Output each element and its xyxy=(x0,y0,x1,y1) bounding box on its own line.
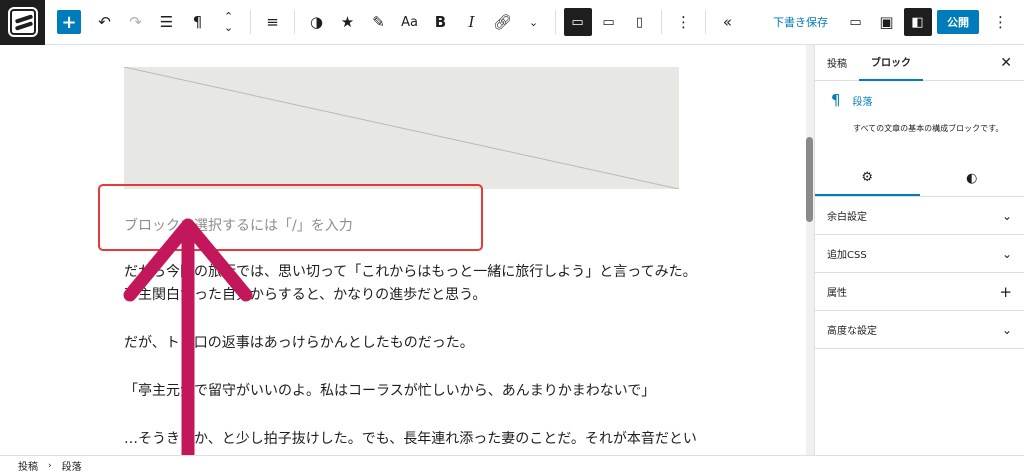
font-size-icon[interactable]: Aa xyxy=(396,8,424,36)
featured-image-icon[interactable]: ▣ xyxy=(873,8,901,36)
settings-panel-icon[interactable]: ◧ xyxy=(903,8,932,36)
block-name: 段落 xyxy=(852,96,873,108)
panel-advanced[interactable]: 高度な設定 ⌄ xyxy=(815,311,1024,349)
toolbar-divider xyxy=(294,10,295,34)
undo-icon[interactable]: ↶ xyxy=(91,8,119,36)
editor-toolbar: + ↶ ↷ ☰ ¶ ⌃ ⌄ ≡ ◑ ★ ✎ Aa B I 🔗︎ ⌄ ▭ ▭ ▯ ⋮… xyxy=(0,0,1024,45)
block-settings-tabs: ⚙ ◐ xyxy=(815,161,1024,197)
toolbar-divider xyxy=(555,10,556,34)
close-icon[interactable]: ✕ xyxy=(1000,55,1012,71)
options-menu-icon[interactable]: ⋮ xyxy=(987,8,1015,36)
plus-icon: + xyxy=(999,282,1012,301)
mobile-view-icon[interactable]: ▯ xyxy=(626,8,654,36)
logo-icon xyxy=(9,9,36,35)
bold-icon[interactable]: B xyxy=(427,8,455,36)
chevron-down-icon[interactable]: ⌄ xyxy=(520,8,548,36)
star-icon[interactable]: ★ xyxy=(334,8,362,36)
desktop-view-icon[interactable]: ▭ xyxy=(563,8,592,36)
placeholder-diagonal xyxy=(124,67,679,189)
image-placeholder[interactable] xyxy=(124,67,679,189)
panel-additional-css[interactable]: 追加CSS ⌄ xyxy=(815,235,1024,273)
scrollbar-thumb[interactable] xyxy=(806,137,813,222)
block-card-header: ¶ 段落 xyxy=(831,91,1008,109)
panel-spacing[interactable]: 余白設定 ⌄ xyxy=(815,197,1024,235)
settings-gear-icon[interactable]: ⚙ xyxy=(815,161,920,196)
document-overview-icon[interactable]: ☰ xyxy=(153,8,181,36)
toolbar-divider xyxy=(661,10,662,34)
align-left-icon[interactable]: ≡ xyxy=(259,8,287,36)
move-up-down-icon[interactable]: ⌃ ⌄ xyxy=(215,8,243,36)
chevron-down-icon: ⌄ xyxy=(1001,246,1012,261)
link-icon[interactable]: 🔗︎ xyxy=(489,8,517,36)
canvas-scrollbar[interactable] xyxy=(806,45,814,455)
block-editor: + ↶ ↷ ☰ ¶ ⌃ ⌄ ≡ ◑ ★ ✎ Aa B I 🔗︎ ⌄ ▭ ▭ ▯ ⋮… xyxy=(0,0,1024,475)
styles-icon[interactable]: ◑ xyxy=(303,8,331,36)
chevron-right-icon: › xyxy=(48,460,52,471)
breadcrumb: 投稿 › 段落 xyxy=(0,455,1024,475)
chevron-down-icon: ⌄ xyxy=(1001,322,1012,337)
publish-button[interactable]: 公開 xyxy=(937,10,979,34)
italic-icon[interactable]: I xyxy=(458,8,486,36)
panel-title: 高度な設定 xyxy=(827,326,877,337)
breadcrumb-item-paragraph[interactable]: 段落 xyxy=(62,458,82,473)
styles-half-circle-icon[interactable]: ◐ xyxy=(920,161,1024,196)
add-block-button[interactable]: + xyxy=(57,10,81,34)
panel-title: 追加CSS xyxy=(827,250,867,261)
tablet-view-icon[interactable]: ▭ xyxy=(595,8,623,36)
paragraph-icon: ¶ xyxy=(831,91,841,109)
breadcrumb-item-post[interactable]: 投稿 xyxy=(18,458,38,473)
collapse-icon[interactable]: « xyxy=(714,8,742,36)
more-options-icon[interactable]: ⋮ xyxy=(670,8,698,36)
block-card: ¶ 段落 すべての文章の基本の構成ブロックです。 xyxy=(815,81,1024,161)
toolbar-divider xyxy=(705,10,706,34)
panel-title: 余白設定 xyxy=(827,212,867,223)
tab-post[interactable]: 投稿 xyxy=(815,45,859,81)
toolbar-right: 下書き保存 ▭ ▣ ◧ 公開 ⋮ xyxy=(773,8,1024,36)
tab-block[interactable]: ブロック xyxy=(859,45,923,81)
block-description: すべての文章の基本の構成ブロックです。 xyxy=(853,124,1004,133)
toolbar-divider xyxy=(250,10,251,34)
preview-icon[interactable]: ▭ xyxy=(842,8,870,36)
panel-title: 属性 xyxy=(827,288,847,299)
annotation-arrow-icon xyxy=(123,218,253,474)
sidebar-tabs: 投稿 ブロック ✕ xyxy=(815,45,1024,81)
save-draft-button[interactable]: 下書き保存 xyxy=(773,14,828,30)
chevron-down-icon: ⌄ xyxy=(1001,208,1012,223)
panel-attributes[interactable]: 属性 + xyxy=(815,273,1024,311)
settings-sidebar: 投稿 ブロック ✕ ¶ 段落 すべての文章の基本の構成ブロックです。 ⚙ ◐ 余… xyxy=(814,45,1024,455)
paragraph-icon[interactable]: ¶ xyxy=(184,8,212,36)
highlight-pen-icon[interactable]: ✎ xyxy=(365,8,393,36)
redo-icon[interactable]: ↷ xyxy=(122,8,150,36)
site-logo[interactable] xyxy=(0,0,45,45)
